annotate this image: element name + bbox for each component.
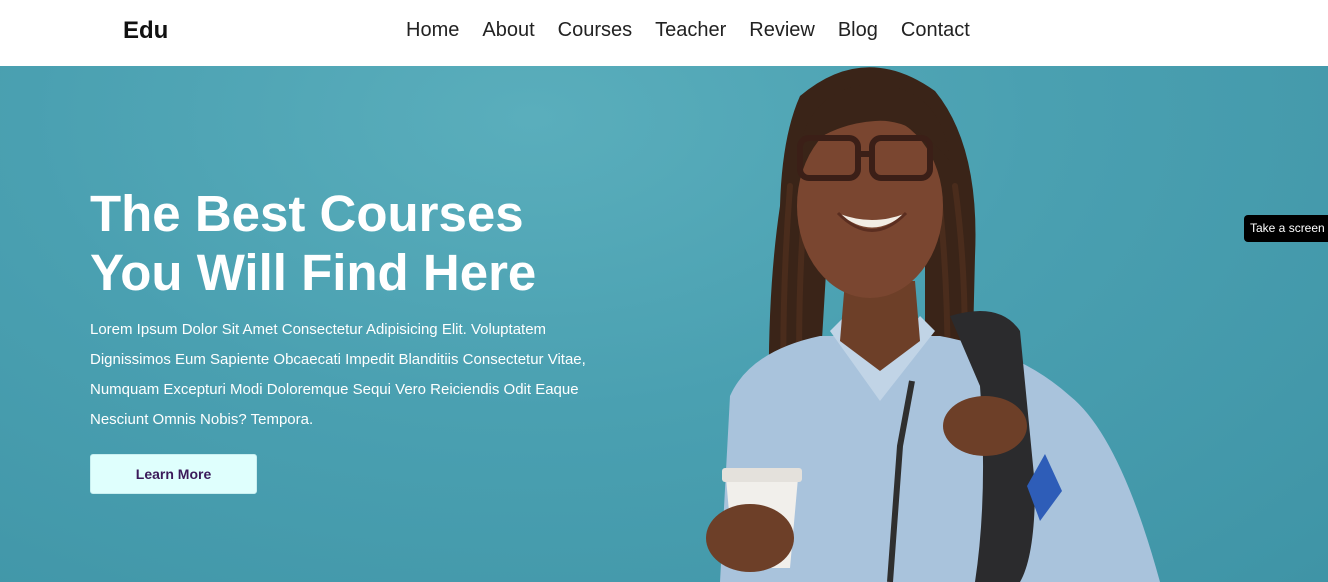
main-nav: Home About Courses Teacher Review Blog C… — [406, 19, 970, 42]
nav-link-contact[interactable]: Contact — [901, 19, 970, 42]
hero-title-line-1: The Best Courses — [90, 185, 524, 242]
nav-link-blog[interactable]: Blog — [838, 19, 878, 42]
hero-title: The Best Courses You Will Find Here — [90, 184, 610, 302]
learn-more-button[interactable]: Learn More — [90, 454, 257, 494]
hero-description: Lorem Ipsum Dolor Sit Amet Consectetur A… — [90, 321, 586, 428]
screenshot-tooltip[interactable]: Take a screen — [1244, 215, 1328, 242]
site-logo[interactable]: Edu — [123, 17, 168, 45]
nav-link-home[interactable]: Home — [406, 19, 459, 42]
nav-link-teacher[interactable]: Teacher — [655, 19, 726, 42]
hero-title-line-2: You Will Find Here — [90, 244, 537, 301]
hero-section: The Best Courses You Will Find Here Lore… — [0, 66, 1328, 582]
nav-link-review[interactable]: Review — [749, 19, 815, 42]
student-photo — [706, 67, 1160, 582]
nav-link-about[interactable]: About — [482, 19, 534, 42]
nav-link-courses[interactable]: Courses — [558, 19, 632, 42]
navbar: Edu Home About Courses Teacher Review Bl… — [0, 0, 1328, 66]
